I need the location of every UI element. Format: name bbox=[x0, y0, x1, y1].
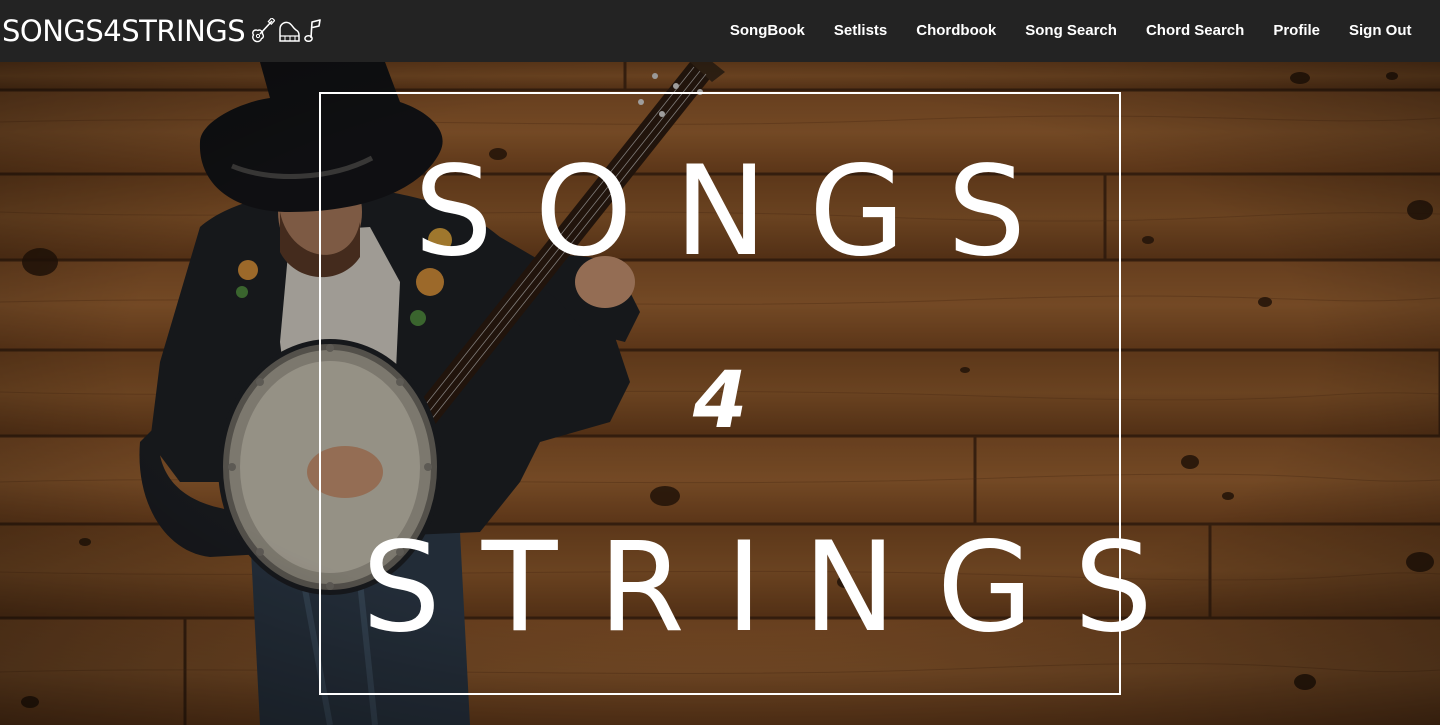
nav-link-profile[interactable]: Profile bbox=[1259, 0, 1335, 62]
nav-link-chordbook[interactable]: Chordbook bbox=[902, 0, 1011, 62]
guitar-icon bbox=[251, 18, 276, 44]
nav-link-song-search[interactable]: Song Search bbox=[1011, 0, 1132, 62]
nav-link-setlists[interactable]: Setlists bbox=[819, 0, 901, 62]
brand-logo-link[interactable]: SONGS4STRINGS bbox=[0, 0, 323, 62]
nav-link-chord-search[interactable]: Chord Search bbox=[1131, 0, 1258, 62]
music-note-icon bbox=[303, 18, 323, 44]
hero-title-four: 4 bbox=[692, 356, 748, 446]
hero-title-strings: STRINGS bbox=[362, 516, 1194, 660]
hero-title-songs: SONGS bbox=[414, 140, 1068, 284]
nav-links: SongBook Setlists Chordbook Song Search … bbox=[715, 0, 1440, 62]
nav-link-sign-out[interactable]: Sign Out bbox=[1335, 0, 1427, 62]
nav-link-songbook[interactable]: SongBook bbox=[715, 0, 819, 62]
brand-icons bbox=[251, 18, 323, 44]
top-navbar: SONGS4STRINGS SongBook Setlists Chordboo… bbox=[0, 0, 1440, 62]
piano-icon bbox=[277, 18, 301, 44]
brand-name: SONGS4STRINGS bbox=[2, 13, 246, 48]
hero-title-frame: SONGS 4 STRINGS bbox=[319, 92, 1194, 695]
hero-section: SONGS 4 STRINGS bbox=[0, 62, 1440, 725]
